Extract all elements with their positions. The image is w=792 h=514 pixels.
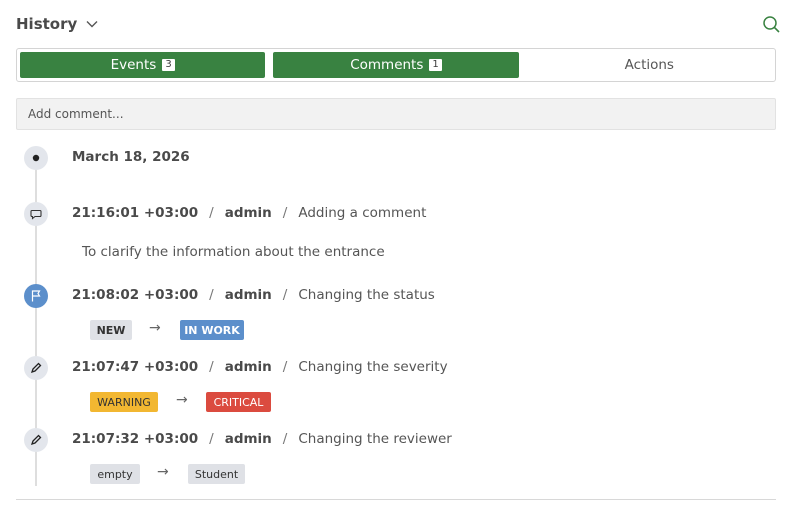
tab-comments-label: Comments (350, 57, 424, 73)
pencil-icon (30, 362, 42, 374)
event-time: 21:07:47 +03:00 (72, 359, 199, 375)
event-action: Changing the reviewer (298, 431, 452, 447)
separator: / (209, 205, 214, 221)
add-comment-input[interactable]: Add comment... (16, 98, 776, 130)
event-row: 21:16:01 +03:00 / admin / Adding a comment (72, 205, 426, 221)
event-user: admin (224, 205, 272, 221)
tab-actions-label: Actions (624, 57, 674, 73)
history-tabs: Events 3 Comments 1 Actions (16, 48, 776, 82)
chevron-down-icon[interactable] (85, 17, 99, 31)
status-badge-to: IN WORK (180, 320, 244, 340)
event-time: 21:08:02 +03:00 (72, 287, 199, 303)
separator: / (209, 359, 214, 375)
status-badge-from: NEW (90, 320, 132, 340)
tab-comments-count: 1 (429, 59, 442, 71)
separator: / (282, 287, 288, 303)
event-time: 21:07:32 +03:00 (72, 431, 199, 447)
event-row: 21:08:02 +03:00 / admin / Changing the statu… (72, 287, 435, 303)
event-user: admin (224, 359, 272, 375)
status-event-node (24, 284, 48, 308)
comment-event-node (24, 202, 48, 226)
date-node (24, 146, 48, 170)
event-action: Changing the status (298, 287, 435, 303)
event-time: 21:16:01 +03:00 (72, 205, 199, 221)
history-header[interactable]: History (16, 12, 99, 36)
tab-comments[interactable]: Comments 1 (273, 52, 519, 78)
pencil-icon (30, 434, 42, 446)
reviewer-event-node (24, 428, 48, 452)
search-icon[interactable] (760, 14, 782, 36)
event-action: Adding a comment (298, 205, 427, 221)
event-row: 21:07:32 +03:00 / admin / Changing the revie… (72, 431, 452, 447)
severity-event-node (24, 356, 48, 380)
comment-text: To clarify the information about the ent… (82, 244, 385, 260)
event-user: admin (224, 287, 272, 303)
separator: / (282, 431, 288, 447)
arrow-right-icon: → (149, 320, 161, 336)
event-action: Changing the severity (298, 359, 448, 375)
arrow-right-icon: → (176, 392, 188, 408)
tab-events[interactable]: Events 3 (20, 52, 266, 78)
reviewer-badge-to: Student (188, 464, 245, 484)
history-title: History (16, 15, 78, 33)
severity-badge-to: CRITICAL (206, 392, 271, 412)
timeline-date: March 18, 2026 (72, 149, 190, 165)
dot-icon (32, 154, 40, 162)
flag-icon (31, 290, 41, 302)
comment-icon (30, 209, 42, 220)
arrow-right-icon: → (157, 464, 169, 480)
event-row: 21:07:47 +03:00 / admin / Changing the sever… (72, 359, 448, 375)
severity-badge-from: WARNING (90, 392, 158, 412)
event-user: admin (224, 431, 272, 447)
tab-events-count: 3 (162, 59, 175, 71)
separator: / (282, 359, 288, 375)
reviewer-badge-from: empty (90, 464, 140, 484)
tab-actions[interactable]: Actions (527, 52, 772, 78)
separator: / (209, 431, 214, 447)
separator: / (209, 287, 214, 303)
separator: / (282, 205, 288, 221)
tab-events-label: Events (110, 57, 157, 73)
bottom-divider (16, 499, 776, 500)
